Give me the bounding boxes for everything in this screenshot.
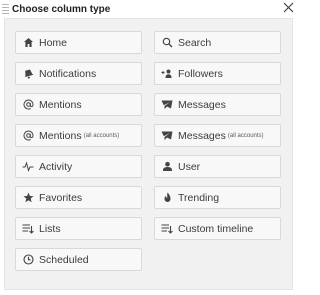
column-type-grid: Home Search Notifications Followers Ment… [4, 18, 293, 290]
paper-plane-icon [161, 99, 173, 111]
close-icon[interactable] [282, 1, 295, 14]
column-option-label: Home [39, 36, 68, 49]
column-option-messages-all-accounts[interactable]: Messages (all accounts) [154, 124, 281, 147]
user-icon [161, 161, 173, 173]
custom-list-icon [161, 223, 173, 235]
column-option-label: Mentions [39, 129, 82, 142]
column-option-label: Scheduled [39, 253, 89, 266]
column-option-label: User [178, 160, 201, 173]
column-option-label: Lists [39, 222, 61, 235]
column-option-scheduled[interactable]: Scheduled [15, 248, 142, 271]
column-option-label: Messages [178, 129, 226, 142]
column-option-custom-timeline[interactable]: Custom timeline [154, 217, 281, 240]
column-option-label: Notifications [39, 67, 97, 80]
column-option-label: Activity [39, 160, 73, 173]
list-icon [22, 223, 34, 235]
clock-icon [22, 254, 34, 266]
column-option-label: Trending [178, 191, 220, 204]
paper-plane-icon [161, 130, 173, 142]
at-icon [22, 99, 34, 111]
column-option-favorites[interactable]: Favorites [15, 186, 142, 209]
column-option-activity[interactable]: Activity [15, 155, 142, 178]
column-option-label: Search [178, 36, 212, 49]
column-option-mentions-all-accounts[interactable]: Mentions (all accounts) [15, 124, 142, 147]
column-option-search[interactable]: Search [154, 31, 281, 54]
column-option-lists[interactable]: Lists [15, 217, 142, 240]
column-option-label: Mentions [39, 98, 82, 111]
at-icon [22, 130, 34, 142]
column-option-user[interactable]: User [154, 155, 281, 178]
home-icon [22, 37, 34, 49]
column-option-messages[interactable]: Messages [154, 93, 281, 116]
dialog-title: Choose column type [12, 4, 111, 15]
bell-icon [22, 68, 34, 80]
column-option-notifications[interactable]: Notifications [15, 62, 142, 85]
column-option-note: (all accounts) [227, 132, 264, 139]
activity-icon [22, 161, 34, 173]
star-icon [22, 192, 34, 204]
add-user-icon [161, 68, 173, 80]
column-option-followers[interactable]: Followers [154, 62, 281, 85]
dialog-header: Choose column type [0, 0, 300, 18]
column-option-label: Followers [178, 67, 223, 80]
column-option-label: Favorites [39, 191, 83, 204]
column-option-home[interactable]: Home [15, 31, 142, 54]
column-option-trending[interactable]: Trending [154, 186, 281, 209]
column-option-note: (all accounts) [83, 132, 120, 139]
flame-icon [161, 192, 173, 204]
column-option-mentions[interactable]: Mentions [15, 93, 142, 116]
column-option-label: Custom timeline [178, 222, 254, 235]
search-icon [161, 37, 173, 49]
drag-handle-icon[interactable] [2, 4, 9, 14]
column-option-label: Messages [178, 98, 226, 111]
